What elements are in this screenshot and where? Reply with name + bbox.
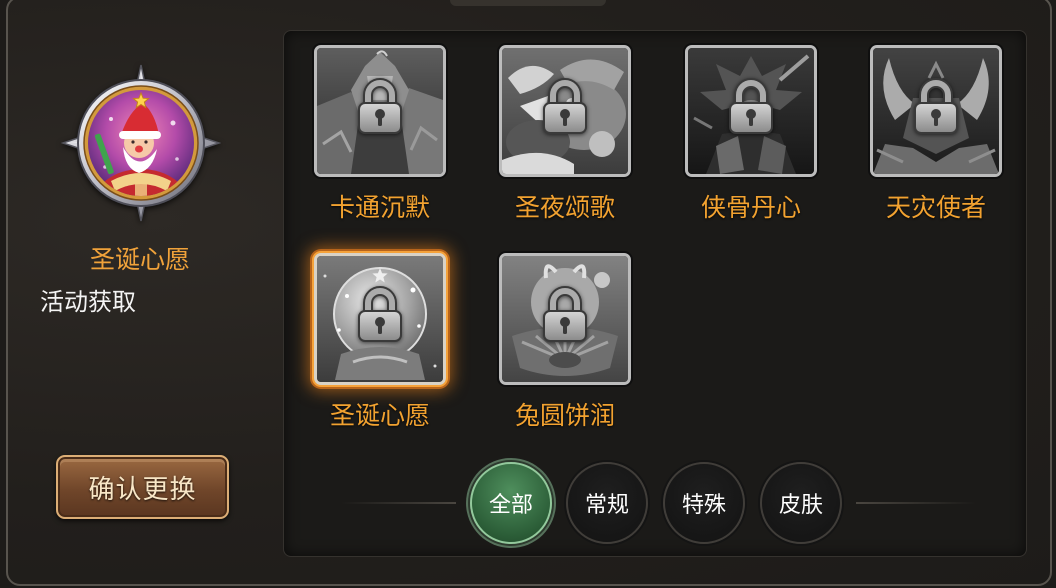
lock-icon — [540, 78, 590, 136]
item-name-label: 卡通沉默 — [329, 193, 430, 222]
item-frame — [499, 45, 631, 177]
divider-line-left — [341, 502, 456, 504]
item-name-label: 兔圆饼润 — [514, 401, 615, 430]
item-frame — [870, 45, 1002, 177]
item-frame — [314, 45, 446, 177]
lock-icon — [540, 286, 590, 344]
filter-tab-skin[interactable]: 皮肤 — [760, 462, 842, 544]
filter-tab-regular[interactable]: 常规 — [566, 462, 648, 544]
item-frame — [499, 253, 631, 385]
divider-line-right — [856, 502, 976, 504]
item-name-label: 天灾使者 — [885, 193, 986, 222]
top-tab-decoration — [450, 0, 606, 6]
confirm-change-label: 确认更换 — [88, 474, 197, 505]
grid-item[interactable]: 圣诞心愿 — [314, 253, 446, 443]
lock-icon — [726, 78, 776, 136]
grid-item[interactable]: 圣夜颂歌 — [499, 45, 631, 235]
lock-icon — [911, 78, 961, 136]
selected-item-source: 活动获取 — [40, 288, 136, 316]
santa-orb-emblem-icon — [61, 63, 221, 223]
item-frame — [314, 253, 446, 385]
filter-tab-label: 皮肤 — [778, 493, 823, 518]
item-frame — [685, 45, 817, 177]
filter-tab-label: 常规 — [584, 493, 629, 518]
filter-tab-special[interactable]: 特殊 — [663, 462, 745, 544]
lock-icon — [355, 78, 405, 136]
grid-item[interactable]: 天灾使者 — [870, 45, 1002, 235]
filter-tab-label: 特殊 — [681, 493, 726, 518]
item-name-label: 侠骨丹心 — [700, 193, 801, 222]
grid-item[interactable]: 兔圆饼润 — [499, 253, 631, 443]
filter-tab-label: 全部 — [488, 493, 533, 518]
lock-icon — [355, 286, 405, 344]
grid-item[interactable]: 侠骨丹心 — [685, 45, 817, 235]
item-name-label: 圣诞心愿 — [329, 401, 430, 430]
confirm-change-button[interactable]: 确认更换 — [56, 455, 229, 519]
grid-item[interactable]: 卡通沉默 — [314, 45, 446, 235]
item-grid-panel: 卡通沉默 圣夜颂歌 侠骨丹心 天灾使者 圣诞心愿 兔圆饼润 全部 常规 特殊 皮… — [283, 30, 1027, 557]
item-name-label: 圣夜颂歌 — [514, 193, 615, 222]
selected-item-name: 圣诞心愿 — [89, 245, 190, 274]
filter-tab-all[interactable]: 全部 — [470, 462, 552, 544]
